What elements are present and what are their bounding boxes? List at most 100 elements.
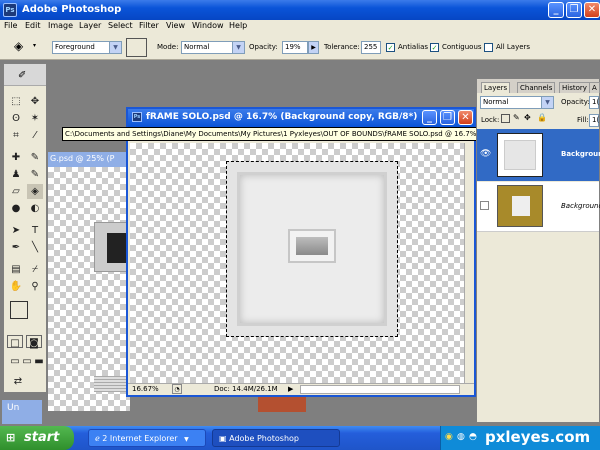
close-button[interactable]: ✕ (584, 2, 600, 18)
paint-bucket-icon[interactable]: ◈ (14, 39, 28, 53)
taskbar-item-label: Adobe Photoshop (229, 434, 299, 443)
pen-icon[interactable]: ✒ (8, 240, 24, 255)
menu-filter[interactable]: Filter (139, 21, 159, 30)
document-status-bar: 16.67% ◔ Doc: 14.4M/26.1M ▶ (128, 383, 474, 395)
history-brush-icon[interactable]: ✎ (27, 167, 43, 182)
taskbar-item-label: 2 Internet Explorer (102, 434, 178, 443)
vertical-scrollbar[interactable] (464, 143, 474, 383)
taskbar-item-internet-explorer[interactable]: ℯ 2 Internet Explorer ▼ (88, 429, 206, 447)
tab-channels[interactable]: Channels (517, 82, 556, 93)
restore-button[interactable]: ❐ (566, 2, 582, 18)
eraser-icon[interactable]: ▱ (8, 184, 24, 199)
tab-history[interactable]: History (559, 82, 590, 93)
tool-preset-arrow-icon[interactable]: ▾ (33, 42, 36, 49)
mode-select[interactable]: Normal ▼ (181, 41, 245, 54)
menu-edit[interactable]: Edit (25, 21, 41, 30)
marquee-icon[interactable]: ⬚ (8, 94, 24, 109)
standard-mode-icon[interactable]: □ (7, 335, 23, 349)
back-image-red-fragment (258, 396, 306, 412)
antialias-checkbox[interactable]: ✓ (386, 43, 395, 52)
tolerance-input[interactable]: 255 (361, 41, 381, 54)
layer-row-background[interactable]: Background (477, 182, 600, 232)
contiguous-checkbox[interactable]: ✓ (430, 43, 439, 52)
crop-icon[interactable]: ⌗ (8, 128, 24, 143)
tray-icon[interactable]: ◍ (457, 432, 465, 442)
status-arrow-icon[interactable]: ▶ (288, 385, 293, 393)
clone-stamp-icon[interactable]: ♟ (8, 167, 24, 182)
quick-mask-icon[interactable]: ◙ (26, 335, 42, 349)
all-layers-checkbox[interactable] (484, 43, 493, 52)
hand-icon[interactable]: ✋ (8, 279, 24, 294)
layer-name: Backgroun (561, 150, 600, 158)
move-icon[interactable]: ✥ (27, 94, 43, 109)
back-document-title[interactable]: G.psd @ 25% (P (48, 152, 130, 167)
paint-bucket-tool-icon[interactable]: ◈ (27, 184, 43, 199)
brush-icon[interactable]: ✎ (27, 150, 43, 165)
mode-label: Mode: (157, 43, 179, 51)
taskbar-item-photoshop[interactable]: ▣ Adobe Photoshop (212, 429, 340, 447)
document-close-button[interactable]: ✕ (458, 110, 473, 125)
photoshop-icon: ▣ (219, 434, 227, 443)
lock-label: Lock: (481, 116, 500, 124)
slice-icon[interactable]: ⁄ (27, 128, 43, 143)
pattern-swatch[interactable] (126, 38, 147, 57)
path-selection-icon[interactable]: ➤ (8, 223, 24, 238)
type-icon[interactable]: T (27, 223, 43, 238)
tab-layers[interactable]: Layers (481, 82, 511, 93)
document-minimize-button[interactable]: _ (422, 110, 437, 125)
fill-input[interactable]: 1( (589, 114, 599, 127)
menu-window[interactable]: Window (192, 21, 224, 30)
opacity-slider-arrow-icon[interactable]: ▶ (308, 41, 319, 54)
tray-icon[interactable]: ◓ (469, 432, 477, 442)
opacity-label: Opacity: (249, 43, 278, 51)
lock-all-icon[interactable]: 🔒 (537, 113, 547, 122)
fill-source-value: Foreground (55, 43, 95, 51)
dodge-icon[interactable]: ◐ (27, 201, 43, 216)
magic-wand-icon[interactable]: ✶ (27, 111, 43, 126)
zoom-level[interactable]: 16.67% (132, 385, 159, 393)
minimized-document-tab[interactable]: Un (2, 400, 42, 424)
menu-view[interactable]: View (166, 21, 185, 30)
document-maximize-button[interactable]: ❐ (440, 110, 455, 125)
menu-layer[interactable]: Layer (79, 21, 101, 30)
zoom-icon[interactable]: ⚲ (27, 279, 43, 294)
status-menu-icon[interactable]: ◔ (172, 384, 182, 394)
contiguous-label: Contiguous (442, 43, 482, 51)
layer-row-background-copy[interactable]: 👁 Backgroun (477, 129, 600, 181)
lock-paint-icon[interactable]: ✎ (513, 113, 520, 122)
jump-to-imageready-icon[interactable]: ⇄ (10, 374, 26, 389)
minimize-button[interactable]: _ (548, 2, 564, 18)
menu-file[interactable]: File (4, 21, 17, 30)
line-icon[interactable]: ╲ (27, 240, 43, 255)
blur-icon[interactable]: ● (8, 201, 24, 216)
screen-mode-full-icon[interactable]: ▬ (31, 354, 47, 369)
layer-blend-mode-select[interactable]: Normal ▼ (480, 96, 554, 109)
back-document-canvas[interactable] (48, 166, 130, 411)
document-info: Doc: 14.4M/26.1M (214, 385, 278, 393)
menu-image[interactable]: Image (48, 21, 73, 30)
photoshop-logo-icon: Ps (3, 3, 17, 17)
fill-source-select[interactable]: Foreground ▼ (52, 41, 122, 54)
lasso-icon[interactable]: ʘ (8, 111, 24, 126)
eyedropper-icon[interactable]: ⌿ (27, 262, 43, 277)
visibility-toggle-icon[interactable] (480, 201, 489, 210)
healing-brush-icon[interactable]: ✚ (8, 150, 24, 165)
tab-actions[interactable]: A (589, 82, 600, 93)
menu-help[interactable]: Help (229, 21, 247, 30)
tray-icon[interactable]: ◉ (445, 432, 453, 442)
layers-empty-area (477, 233, 599, 422)
horizontal-scrollbar[interactable] (300, 385, 460, 394)
app-title-bar[interactable]: Ps Adobe Photoshop _ ❐ ✕ (0, 0, 600, 20)
start-button[interactable]: ⊞ start (0, 426, 74, 450)
lock-move-icon[interactable]: ✥ (524, 113, 531, 122)
layer-opacity-label: Opacity: (561, 98, 590, 106)
opacity-input[interactable]: 19% (282, 41, 308, 54)
document-canvas[interactable] (130, 143, 464, 383)
foreground-color-swatch[interactable] (10, 301, 28, 319)
layer-opacity-input[interactable]: 1( (589, 96, 599, 109)
lock-transparency-icon[interactable] (501, 114, 510, 123)
document-title-bar[interactable]: Ps fRAME SOLO.psd @ 16.7% (Background co… (128, 109, 474, 127)
visibility-eye-icon[interactable]: 👁 (480, 149, 491, 159)
notes-icon[interactable]: ▤ (8, 262, 24, 277)
menu-select[interactable]: Select (108, 21, 133, 30)
